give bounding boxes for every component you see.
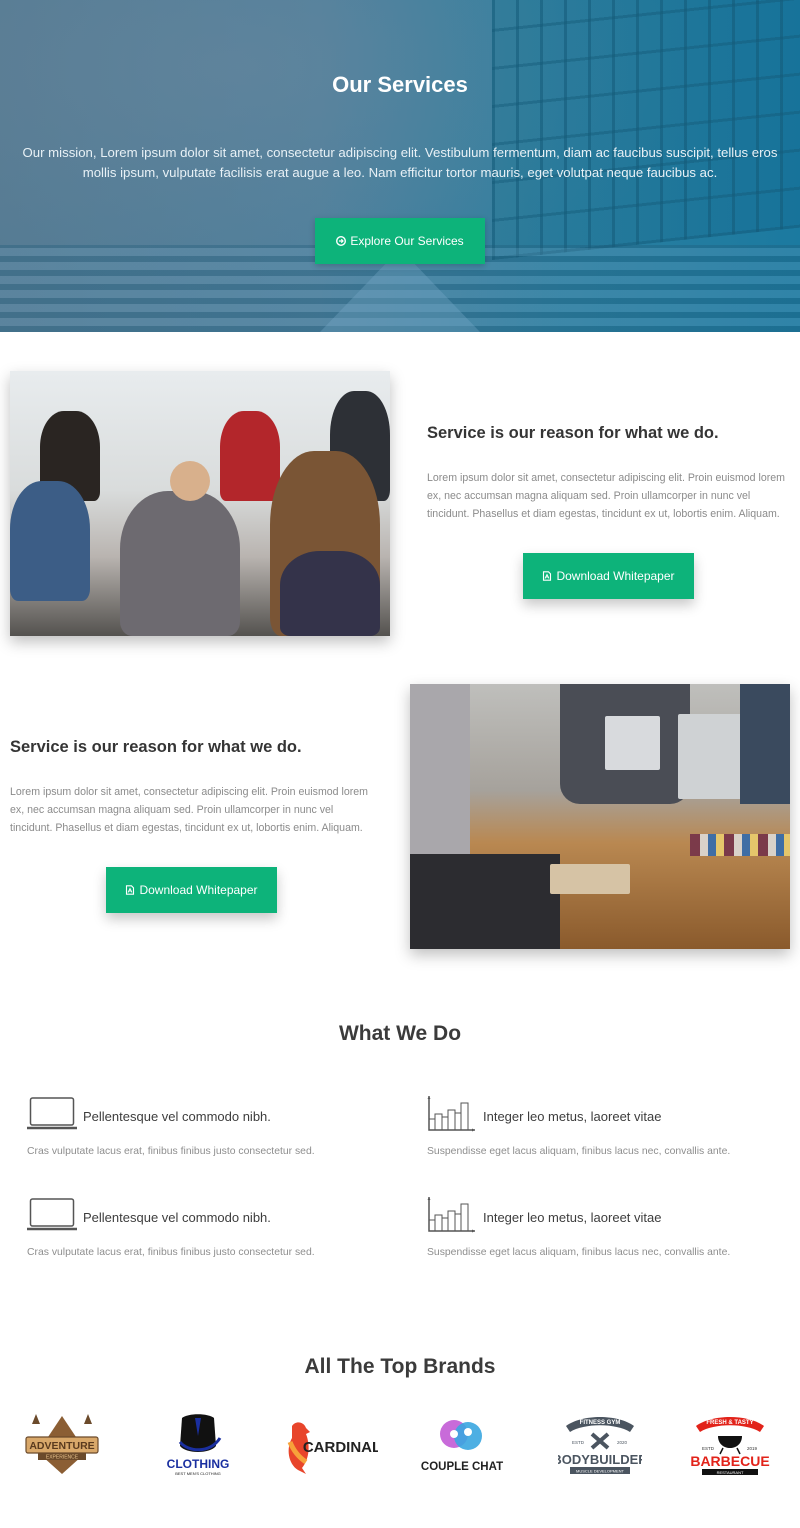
brand-bodybuilder-estd: ESTD	[572, 1440, 585, 1445]
service-item-title: Integer leo metus, laoreet vitae	[483, 1109, 662, 1124]
brand-couple-chat-name: COUPLE CHAT	[421, 1461, 503, 1473]
brand-clothing-sub: BEST MEN'S CLOTHING	[175, 1471, 221, 1476]
service-item-text: Cras vulputate lacus erat, finibus finib…	[27, 1247, 315, 1258]
bar-chart-icon	[427, 1094, 477, 1134]
service-item: Integer leo metus, laoreet vitae Suspend…	[427, 1094, 800, 1164]
download-whitepaper-label-2: Download Whitepaper	[139, 883, 258, 897]
hero-description: Our mission, Lorem ipsum dolor sit amet,…	[22, 145, 778, 180]
brand-barbecue-estd: ESTD	[702, 1446, 715, 1451]
service-item: Pellentesque vel commodo nibh. Cras vulp…	[27, 1094, 407, 1164]
brand-logo-bodybuilder[interactable]: FITNESS GYM ESTD 2020 BODYBUILDER MUSCLE…	[558, 1410, 642, 1480]
download-whitepaper-button-1[interactable]: Download Whitepaper	[523, 553, 694, 599]
hero-building-graphic	[492, 0, 800, 260]
download-whitepaper-button-2[interactable]: Download Whitepaper	[106, 867, 277, 913]
hero-title: Our Services	[332, 72, 468, 97]
download-whitepaper-label-1: Download Whitepaper	[556, 569, 675, 583]
brand-barbecue-year: 2019	[747, 1446, 758, 1451]
brand-logo-cardinal[interactable]: CARDINAL	[284, 1410, 378, 1480]
hero-section: Our Services Our mission, Lorem ipsum do…	[0, 0, 800, 332]
arrow-circle-right-icon	[336, 236, 347, 246]
service-item-text: Cras vulputate lacus erat, finibus finib…	[27, 1146, 315, 1157]
service-item-text: Suspendisse eget lacus aliquam, finibus …	[427, 1247, 731, 1258]
service-item: Integer leo metus, laoreet vitae Suspend…	[427, 1195, 800, 1265]
explore-services-button[interactable]: Explore Our Services	[315, 218, 485, 264]
what-we-do-title: What We Do	[338, 1022, 462, 1045]
service-item-text: Suspendisse eget lacus aliquam, finibus …	[427, 1146, 731, 1157]
service-item-title: Pellentesque vel commodo nibh.	[83, 1210, 271, 1225]
brands-title: All The Top Brands	[304, 1355, 496, 1378]
brand-bodybuilder-year: 2020	[617, 1440, 628, 1445]
brand-logo-clothing[interactable]: CLOTHING BEST MEN'S CLOTHING	[160, 1410, 236, 1480]
feature-1-text: Lorem ipsum dolor sit amet, consectetur …	[427, 472, 785, 520]
service-item-title: Integer leo metus, laoreet vitae	[483, 1210, 662, 1225]
brand-clothing-name: CLOTHING	[167, 1457, 230, 1471]
laptops-meeting-photo	[410, 684, 790, 949]
explore-services-label: Explore Our Services	[350, 234, 464, 248]
feature-2-title: Service is our reason for what we do.	[10, 738, 302, 756]
brand-adventure-sub: EXPERIENCE	[46, 1455, 79, 1461]
brand-barbecue-name: BARBECUE	[690, 1453, 769, 1469]
file-pdf-icon	[542, 571, 552, 581]
file-pdf-icon	[125, 885, 135, 895]
laptop-icon	[27, 1195, 77, 1235]
feature-2-text: Lorem ipsum dolor sit amet, consectetur …	[10, 786, 368, 834]
brand-cardinal-name: CARDINAL	[303, 1439, 378, 1456]
brand-bodybuilder-top: FITNESS GYM	[580, 1420, 621, 1426]
brand-bodybuilder-sub: MUSCLE DEVELOPMENT	[576, 1469, 625, 1474]
feature-1-title: Service is our reason for what we do.	[427, 424, 719, 442]
service-item-title: Pellentesque vel commodo nibh.	[83, 1109, 271, 1124]
brand-barbecue-top: FRESH & TASTY	[706, 1420, 753, 1426]
brand-logo-adventure[interactable]: ADVENTURE EXPERIENCE	[22, 1410, 102, 1480]
brand-bodybuilder-name: BODYBUILDER	[558, 1452, 642, 1467]
bar-chart-icon	[427, 1195, 477, 1235]
brand-logo-barbecue[interactable]: FRESH & TASTY ESTD 2019 BARBECUE RESTAUR…	[690, 1410, 770, 1480]
brand-adventure-name: ADVENTURE	[29, 1440, 94, 1452]
team-meeting-photo	[10, 371, 390, 636]
brand-logo-couple-chat[interactable]: COUPLE CHAT	[418, 1410, 506, 1480]
service-item: Pellentesque vel commodo nibh. Cras vulp…	[27, 1195, 407, 1265]
laptop-icon	[27, 1094, 77, 1134]
brand-barbecue-sub: RESTAURANT	[717, 1470, 744, 1475]
